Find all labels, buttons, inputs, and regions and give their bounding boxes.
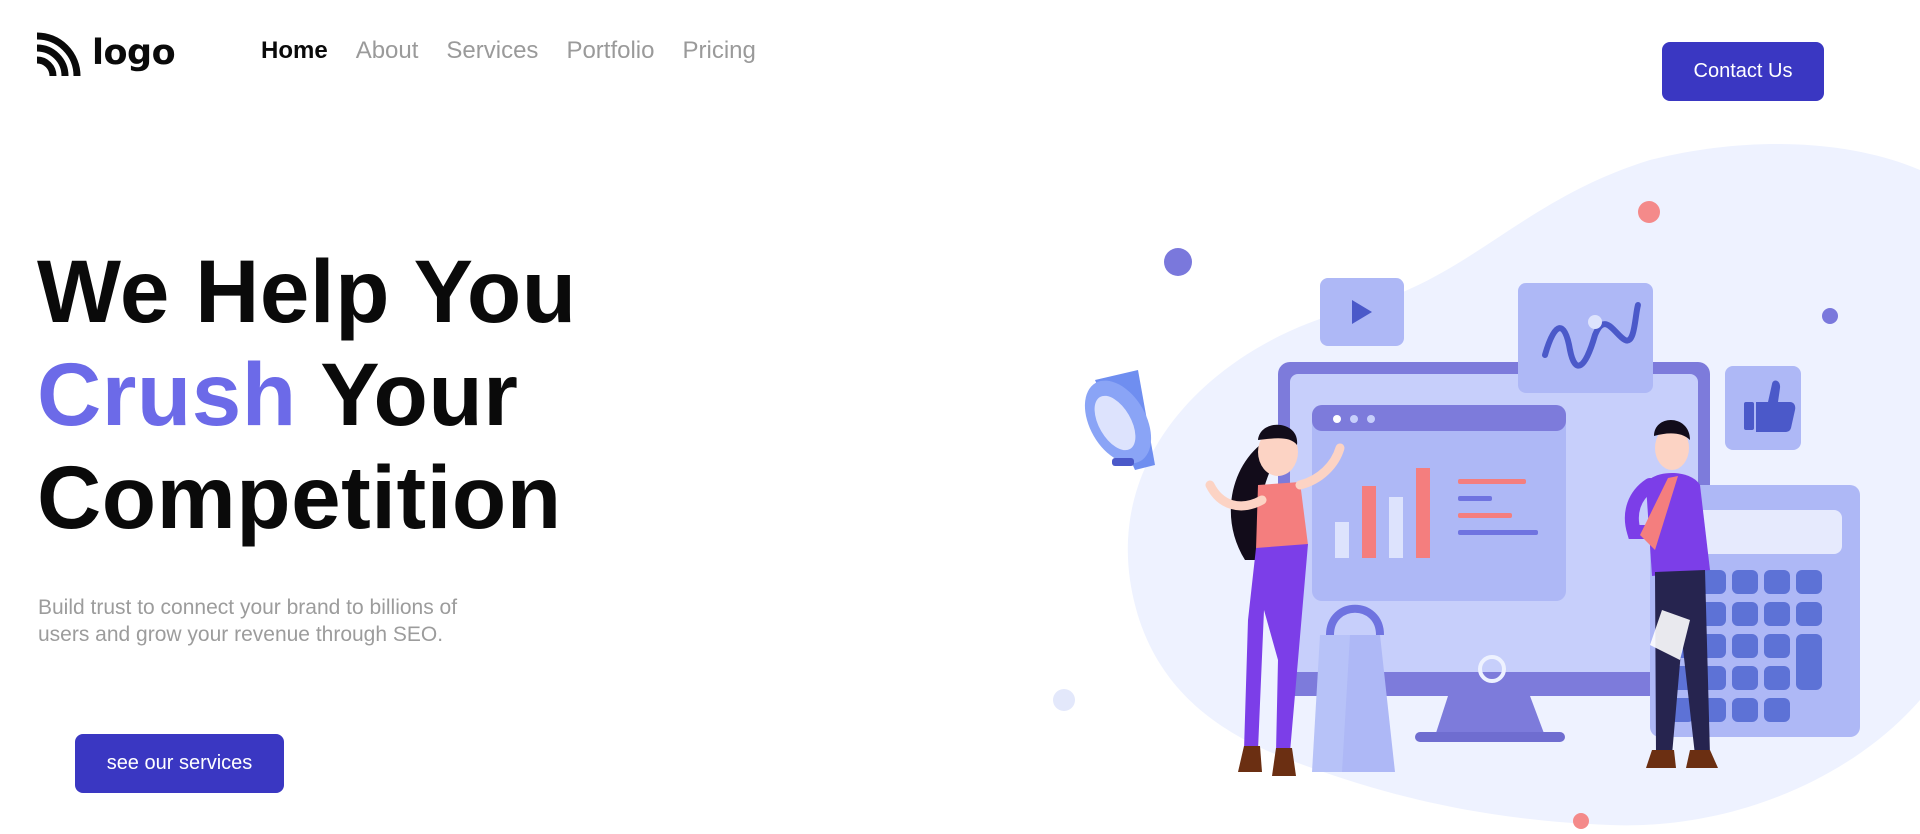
rss-waves-icon (37, 32, 81, 76)
play-icon (1320, 278, 1404, 346)
hero-subtitle-line1: Build trust to connect your brand to bil… (38, 596, 458, 619)
hero-illustration (1053, 143, 1920, 829)
hero-title: We Help You Crush Your Competition (37, 240, 577, 549)
hero-subtitle: Build trust to connect your brand to bil… (38, 594, 518, 648)
main-nav: Home About Services Portfolio Pricing (261, 37, 784, 65)
decor-dot (1822, 308, 1838, 324)
wave-chart-icon (1518, 283, 1653, 393)
decor-dot (1573, 813, 1589, 829)
contact-us-button[interactable]: Contact Us (1662, 42, 1824, 101)
hero-title-line2: Your (296, 344, 519, 444)
decor-dot (1638, 201, 1660, 223)
nav-item-pricing[interactable]: Pricing (682, 37, 755, 65)
hero-title-line1: We Help You (37, 241, 577, 341)
logo[interactable]: logo (37, 30, 176, 76)
megaphone-icon (1084, 370, 1155, 470)
hero-title-accent: Crush (37, 344, 297, 444)
hero-title-line3: Competition (37, 447, 562, 547)
nav-item-about[interactable]: About (356, 37, 419, 65)
hero-subtitle-line2: users and grow your revenue through SEO. (38, 623, 444, 646)
thumbs-up-icon (1725, 366, 1801, 450)
nav-item-portfolio[interactable]: Portfolio (566, 37, 654, 65)
see-services-button[interactable]: see our services (75, 734, 284, 793)
nav-item-home[interactable]: Home (261, 37, 328, 65)
decor-dot (1053, 689, 1075, 711)
browser-window (1312, 405, 1566, 601)
decor-dot (1164, 248, 1192, 276)
nav-item-services[interactable]: Services (446, 37, 538, 65)
logo-text: logo (92, 33, 176, 73)
